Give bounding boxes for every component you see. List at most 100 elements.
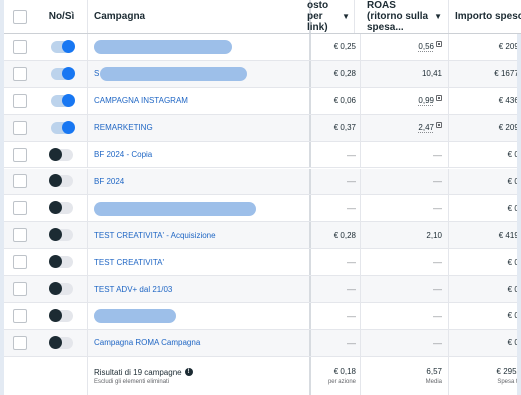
spend-cell: € 0, xyxy=(449,330,521,356)
table-row[interactable]: CAMPAGNA INSTAGRAM € 0,06 0,99 € 436, xyxy=(4,87,521,115)
row-checkbox[interactable] xyxy=(13,93,27,108)
row-checkbox[interactable] xyxy=(13,147,27,162)
campaign-status-toggle[interactable] xyxy=(48,255,73,269)
campaign-status-toggle[interactable] xyxy=(48,201,73,215)
row-toggle-cell[interactable] xyxy=(36,249,88,276)
campaign-status-toggle[interactable] xyxy=(48,147,73,161)
row-checkbox[interactable] xyxy=(13,201,27,216)
footer-empty-cell xyxy=(36,357,88,395)
table-row[interactable]: REMARKETING € 0,37 2,47 € 209, xyxy=(4,114,521,142)
campaign-status-toggle[interactable] xyxy=(48,335,73,349)
attribution-flag-icon[interactable] xyxy=(436,121,442,128)
cost-per-link-value: — xyxy=(347,176,356,187)
row-select-cell[interactable] xyxy=(4,88,36,114)
attribution-flag-icon[interactable] xyxy=(436,40,442,47)
table-row[interactable]: TEST CREATIVITA' - Acquisizione € 0,28 2,1… xyxy=(4,222,521,250)
table-row[interactable]: TEST CREATIVITA' — — € 0, xyxy=(4,249,521,277)
campaign-status-toggle[interactable] xyxy=(48,174,73,188)
row-select-cell[interactable] xyxy=(4,303,36,329)
campaign-status-toggle[interactable] xyxy=(48,228,73,242)
attribution-flag-icon[interactable] xyxy=(436,94,442,101)
header-campaign[interactable]: Campagna xyxy=(88,0,311,33)
row-select-cell[interactable] xyxy=(4,142,36,168)
campaign-status-toggle[interactable] xyxy=(50,93,75,107)
row-select-cell[interactable] xyxy=(4,61,36,87)
roas-cell: — xyxy=(361,329,449,356)
header-onoff[interactable]: No/Sì xyxy=(36,0,88,33)
row-toggle-cell[interactable] xyxy=(36,222,88,249)
row-toggle-cell[interactable] xyxy=(36,276,88,302)
campaign-name-link[interactable]: REMARKETING xyxy=(94,123,153,132)
header-select-all-cell[interactable] xyxy=(4,0,36,33)
row-select-cell[interactable] xyxy=(4,276,36,302)
row-checkbox[interactable] xyxy=(13,255,27,270)
campaign-name-link[interactable]: TEST CREATIVITA' xyxy=(94,258,164,267)
spend-cell: € 0, xyxy=(449,249,521,275)
table-row[interactable]: Campagna ROMA Campagna — — € 0, xyxy=(4,329,521,357)
campaign-name-link[interactable]: TEST CREATIVITA' - Acquisizione xyxy=(94,231,216,240)
campaign-name-link[interactable]: CAMPAGNA INSTAGRAM xyxy=(94,96,188,105)
campaign-name-cell[interactable]: REMARKETING xyxy=(88,114,311,141)
row-select-cell[interactable] xyxy=(4,115,36,141)
row-toggle-cell[interactable] xyxy=(36,168,88,195)
row-checkbox[interactable] xyxy=(13,308,27,323)
table-row[interactable]: C€ 0,250,56€ 209, xyxy=(4,34,521,61)
row-checkbox[interactable] xyxy=(13,335,27,350)
campaign-status-toggle[interactable] xyxy=(50,66,75,80)
table-row[interactable]: BF 2024 — — € 0, xyxy=(4,168,521,196)
table-row[interactable]: S- Copia€ 0,2810,41€ 1677, xyxy=(4,60,521,88)
cost-per-link-value: € 0,06 xyxy=(333,96,356,106)
select-all-checkbox[interactable] xyxy=(13,9,27,24)
toggle-knob xyxy=(48,201,62,215)
campaign-status-toggle[interactable] xyxy=(48,308,73,322)
campaign-name-cell[interactable]: BF 2024 - Copia xyxy=(88,141,311,168)
row-checkbox[interactable] xyxy=(13,39,27,54)
row-select-cell[interactable] xyxy=(4,330,36,356)
row-select-cell[interactable] xyxy=(4,169,36,195)
toggle-knob xyxy=(48,282,62,296)
campaign-name-link[interactable]: S xyxy=(94,69,99,78)
row-checkbox[interactable] xyxy=(13,228,27,243)
campaign-name-cell[interactable]: CAMPAGNA INSTAGRAM xyxy=(88,87,311,114)
row-toggle-cell[interactable] xyxy=(36,60,88,87)
campaign-name-cell[interactable]: TEST CREATIVITA' - Acquisizione xyxy=(88,222,311,249)
table-row[interactable]: TEST ADV+ dal 21/03 — — € 0, xyxy=(4,276,521,303)
campaign-name-cell[interactable]: Campagna ROMA Campagna xyxy=(88,329,311,356)
row-select-cell[interactable] xyxy=(4,249,36,275)
campaign-status-toggle[interactable] xyxy=(48,282,73,296)
footer-results-text: Risultati di 19 campagne xyxy=(94,367,182,377)
campaign-name-link[interactable]: TEST ADV+ dal 21/03 xyxy=(94,285,172,294)
table-row[interactable]: — — € 0, xyxy=(4,195,521,223)
row-toggle-cell[interactable] xyxy=(36,34,88,60)
campaign-name-link[interactable]: Campagna ROMA Campagna xyxy=(94,338,200,347)
info-icon[interactable]: ! xyxy=(184,368,193,376)
row-toggle-cell[interactable] xyxy=(36,195,88,222)
row-toggle-cell[interactable] xyxy=(36,87,88,114)
campaign-name-cell[interactable]: TEST CREATIVITA' xyxy=(88,249,311,276)
header-cost-per-link[interactable]: osto per link) ▼ xyxy=(307,0,355,33)
row-toggle-cell[interactable] xyxy=(36,114,88,141)
table-row[interactable]: C——€ 0, xyxy=(4,303,521,330)
row-checkbox[interactable] xyxy=(13,120,27,135)
campaign-status-toggle[interactable] xyxy=(50,39,75,53)
campaign-name-link[interactable]: BF 2024 - Copia xyxy=(94,150,152,159)
header-spend[interactable]: Importo speso xyxy=(449,0,521,33)
row-toggle-cell[interactable] xyxy=(36,303,88,329)
table-row[interactable]: BF 2024 - Copia — — € 0, xyxy=(4,141,521,169)
row-toggle-cell[interactable] xyxy=(36,329,88,356)
cost-per-link-value: € 0,28 xyxy=(333,230,356,240)
campaign-status-toggle[interactable] xyxy=(50,120,75,134)
row-checkbox[interactable] xyxy=(13,282,27,297)
campaign-name-link[interactable]: BF 2024 xyxy=(94,177,124,186)
row-checkbox[interactable] xyxy=(13,66,27,81)
cost-per-link-value: — xyxy=(347,310,356,321)
campaign-name-cell[interactable]: BF 2024 xyxy=(88,168,311,195)
campaign-name-cell[interactable]: TEST ADV+ dal 21/03 xyxy=(88,276,311,302)
row-select-cell[interactable] xyxy=(4,222,36,248)
row-select-cell[interactable] xyxy=(4,34,36,60)
header-roas[interactable]: ROAS (ritorno sulla spesa... ▼ xyxy=(361,0,449,33)
row-select-cell[interactable] xyxy=(4,195,36,221)
row-checkbox[interactable] xyxy=(13,174,27,189)
row-toggle-cell[interactable] xyxy=(36,141,88,168)
cost-per-link-cell: € 0,06 xyxy=(313,87,361,114)
